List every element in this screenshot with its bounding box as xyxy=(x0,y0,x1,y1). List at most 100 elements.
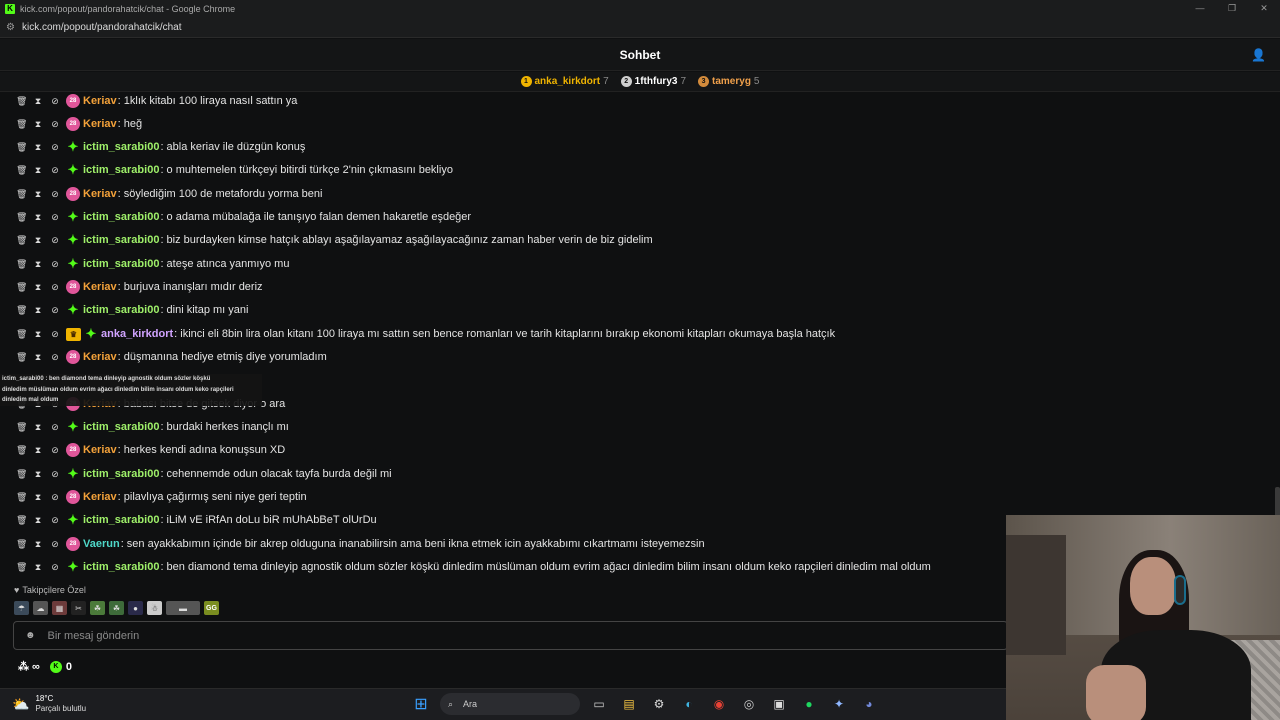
timeout-icon[interactable]: ⧗ xyxy=(33,282,43,293)
capcut-icon[interactable]: ▣ xyxy=(768,693,790,715)
timeout-icon[interactable]: ⧗ xyxy=(33,422,43,433)
message-username[interactable]: Keriav xyxy=(83,95,117,107)
ban-icon[interactable]: ⊘ xyxy=(50,259,60,270)
edge-icon[interactable]: ◐ xyxy=(678,693,700,715)
ban-icon[interactable]: ⊘ xyxy=(50,469,60,480)
delete-icon[interactable]: 🗑︎ xyxy=(16,445,27,456)
leaderboard-username[interactable]: 1fthfury3 xyxy=(635,76,678,87)
message-username[interactable]: Vaerun xyxy=(83,538,120,550)
emote-7-icon[interactable]: ● xyxy=(128,601,143,615)
emote-8-icon[interactable]: ☃ xyxy=(147,601,162,615)
message-username[interactable]: ictim_sarabi00 xyxy=(83,258,159,270)
delete-icon[interactable]: 🗑︎ xyxy=(16,142,27,153)
timeout-icon[interactable]: ⧗ xyxy=(33,142,43,153)
timeout-icon[interactable]: ⧗ xyxy=(33,492,43,503)
timeout-icon[interactable]: ⧗ xyxy=(33,445,43,456)
ban-icon[interactable]: ⊘ xyxy=(50,515,60,526)
message-username[interactable]: Keriav xyxy=(83,444,117,456)
timeout-icon[interactable]: ⧗ xyxy=(33,235,43,246)
emote-4-icon[interactable]: ✂ xyxy=(71,601,86,615)
ban-icon[interactable]: ⊘ xyxy=(50,492,60,503)
ban-icon[interactable]: ⊘ xyxy=(50,329,60,340)
delete-icon[interactable]: 🗑︎ xyxy=(16,165,27,176)
message-username[interactable]: ictim_sarabi00 xyxy=(83,164,159,176)
emoji-icon[interactable]: ☻ xyxy=(25,630,36,641)
delete-icon[interactable]: 🗑︎ xyxy=(16,235,27,246)
minimize-icon[interactable]: — xyxy=(1184,0,1216,17)
message-username[interactable]: ictim_sarabi00 xyxy=(83,304,159,316)
message-username[interactable]: Keriav xyxy=(83,491,117,503)
delete-icon[interactable]: 🗑︎ xyxy=(16,562,27,573)
delete-icon[interactable]: 🗑︎ xyxy=(16,515,27,526)
message-username[interactable]: ictim_sarabi00 xyxy=(83,234,159,246)
ban-icon[interactable]: ⊘ xyxy=(50,445,60,456)
close-icon[interactable]: ✕ xyxy=(1248,0,1280,17)
ban-icon[interactable]: ⊘ xyxy=(50,165,60,176)
emote-6-icon[interactable]: ☘ xyxy=(109,601,124,615)
settings-icon[interactable]: ✦ xyxy=(828,693,850,715)
ban-icon[interactable]: ⊘ xyxy=(50,539,60,550)
ban-icon[interactable]: ⊘ xyxy=(50,142,60,153)
ban-icon[interactable]: ⊘ xyxy=(50,352,60,363)
settings-cluster[interactable]: ⁂ ∞ xyxy=(18,660,40,674)
restore-icon[interactable]: ❐ xyxy=(1216,0,1248,17)
file-explorer-icon[interactable]: ▤ xyxy=(618,693,640,715)
address-bar[interactable]: ⚙ kick.com/popout/pandorahatcik/chat xyxy=(0,17,1280,38)
site-info-icon[interactable]: ⚙ xyxy=(6,22,15,33)
message-username[interactable]: Keriav xyxy=(83,351,117,363)
timeout-icon[interactable]: ⧗ xyxy=(33,189,43,200)
ban-icon[interactable]: ⊘ xyxy=(50,235,60,246)
message-username[interactable]: ictim_sarabi00 xyxy=(83,561,159,573)
url-text[interactable]: kick.com/popout/pandorahatcik/chat xyxy=(22,22,182,33)
delete-icon[interactable]: 🗑︎ xyxy=(16,189,27,200)
chat-message-input[interactable] xyxy=(47,629,948,642)
timeout-icon[interactable]: ⧗ xyxy=(33,562,43,573)
delete-icon[interactable]: 🗑︎ xyxy=(16,212,27,223)
windows-start-icon[interactable]: ⊞ xyxy=(410,693,432,715)
users-icon[interactable]: 👤 xyxy=(1251,48,1266,62)
delete-icon[interactable]: 🗑︎ xyxy=(16,282,27,293)
emote-3-icon[interactable]: ▦ xyxy=(52,601,67,615)
task-view-icon[interactable]: ▭ xyxy=(588,693,610,715)
leaderboard-username[interactable]: anka_kirkdort xyxy=(535,76,601,87)
message-username[interactable]: Keriav xyxy=(83,188,117,200)
delete-icon[interactable]: 🗑︎ xyxy=(16,469,27,480)
chrome-icon[interactable]: ◉ xyxy=(708,693,730,715)
share-icon[interactable]: ⁂ xyxy=(18,660,29,673)
ban-icon[interactable]: ⊘ xyxy=(50,189,60,200)
emote-gg-icon[interactable]: GG xyxy=(204,601,219,615)
timeout-icon[interactable]: ⧗ xyxy=(33,165,43,176)
delete-icon[interactable]: 🗑︎ xyxy=(16,305,27,316)
timeout-icon[interactable]: ⧗ xyxy=(33,352,43,363)
message-username[interactable]: ictim_sarabi00 xyxy=(83,211,159,223)
timeout-icon[interactable]: ⧗ xyxy=(33,329,43,340)
emote-5-icon[interactable]: ☘ xyxy=(90,601,105,615)
timeout-icon[interactable]: ⧗ xyxy=(33,469,43,480)
taskbar-search[interactable]: ⌕ Ara xyxy=(440,693,580,715)
message-username[interactable]: Keriav xyxy=(83,281,117,293)
delete-icon[interactable]: 🗑︎ xyxy=(16,96,27,107)
timeout-icon[interactable]: ⧗ xyxy=(33,259,43,270)
leaderboard-item[interactable]: 1 anka_kirkdort 7 xyxy=(520,76,609,87)
timeout-icon[interactable]: ⧗ xyxy=(33,96,43,107)
delete-icon[interactable]: 🗑︎ xyxy=(16,352,27,363)
obs-icon[interactable]: ◎ xyxy=(738,693,760,715)
weather-widget[interactable]: ⛅ 18°C Parçalı bulutlu xyxy=(12,694,86,714)
delete-icon[interactable]: 🗑︎ xyxy=(16,119,27,130)
delete-icon[interactable]: 🗑︎ xyxy=(16,422,27,433)
emote-1-icon[interactable]: ☂ xyxy=(14,601,29,615)
message-username[interactable]: ictim_sarabi00 xyxy=(83,514,159,526)
message-username[interactable]: anka_kirkdort xyxy=(101,328,173,340)
message-username[interactable]: ictim_sarabi00 xyxy=(83,421,159,433)
ban-icon[interactable]: ⊘ xyxy=(50,212,60,223)
emote-9-icon[interactable]: ▬ xyxy=(166,601,200,615)
leaderboard-username[interactable]: tameryg xyxy=(712,76,751,87)
delete-icon[interactable]: 🗑︎ xyxy=(16,259,27,270)
ban-icon[interactable]: ⊘ xyxy=(50,422,60,433)
delete-icon[interactable]: 🗑︎ xyxy=(16,539,27,550)
delete-icon[interactable]: 🗑︎ xyxy=(16,492,27,503)
ban-icon[interactable]: ⊘ xyxy=(50,305,60,316)
timeout-icon[interactable]: ⧗ xyxy=(33,119,43,130)
discord-icon[interactable]: ◕ xyxy=(858,693,880,715)
timeout-icon[interactable]: ⧗ xyxy=(33,539,43,550)
